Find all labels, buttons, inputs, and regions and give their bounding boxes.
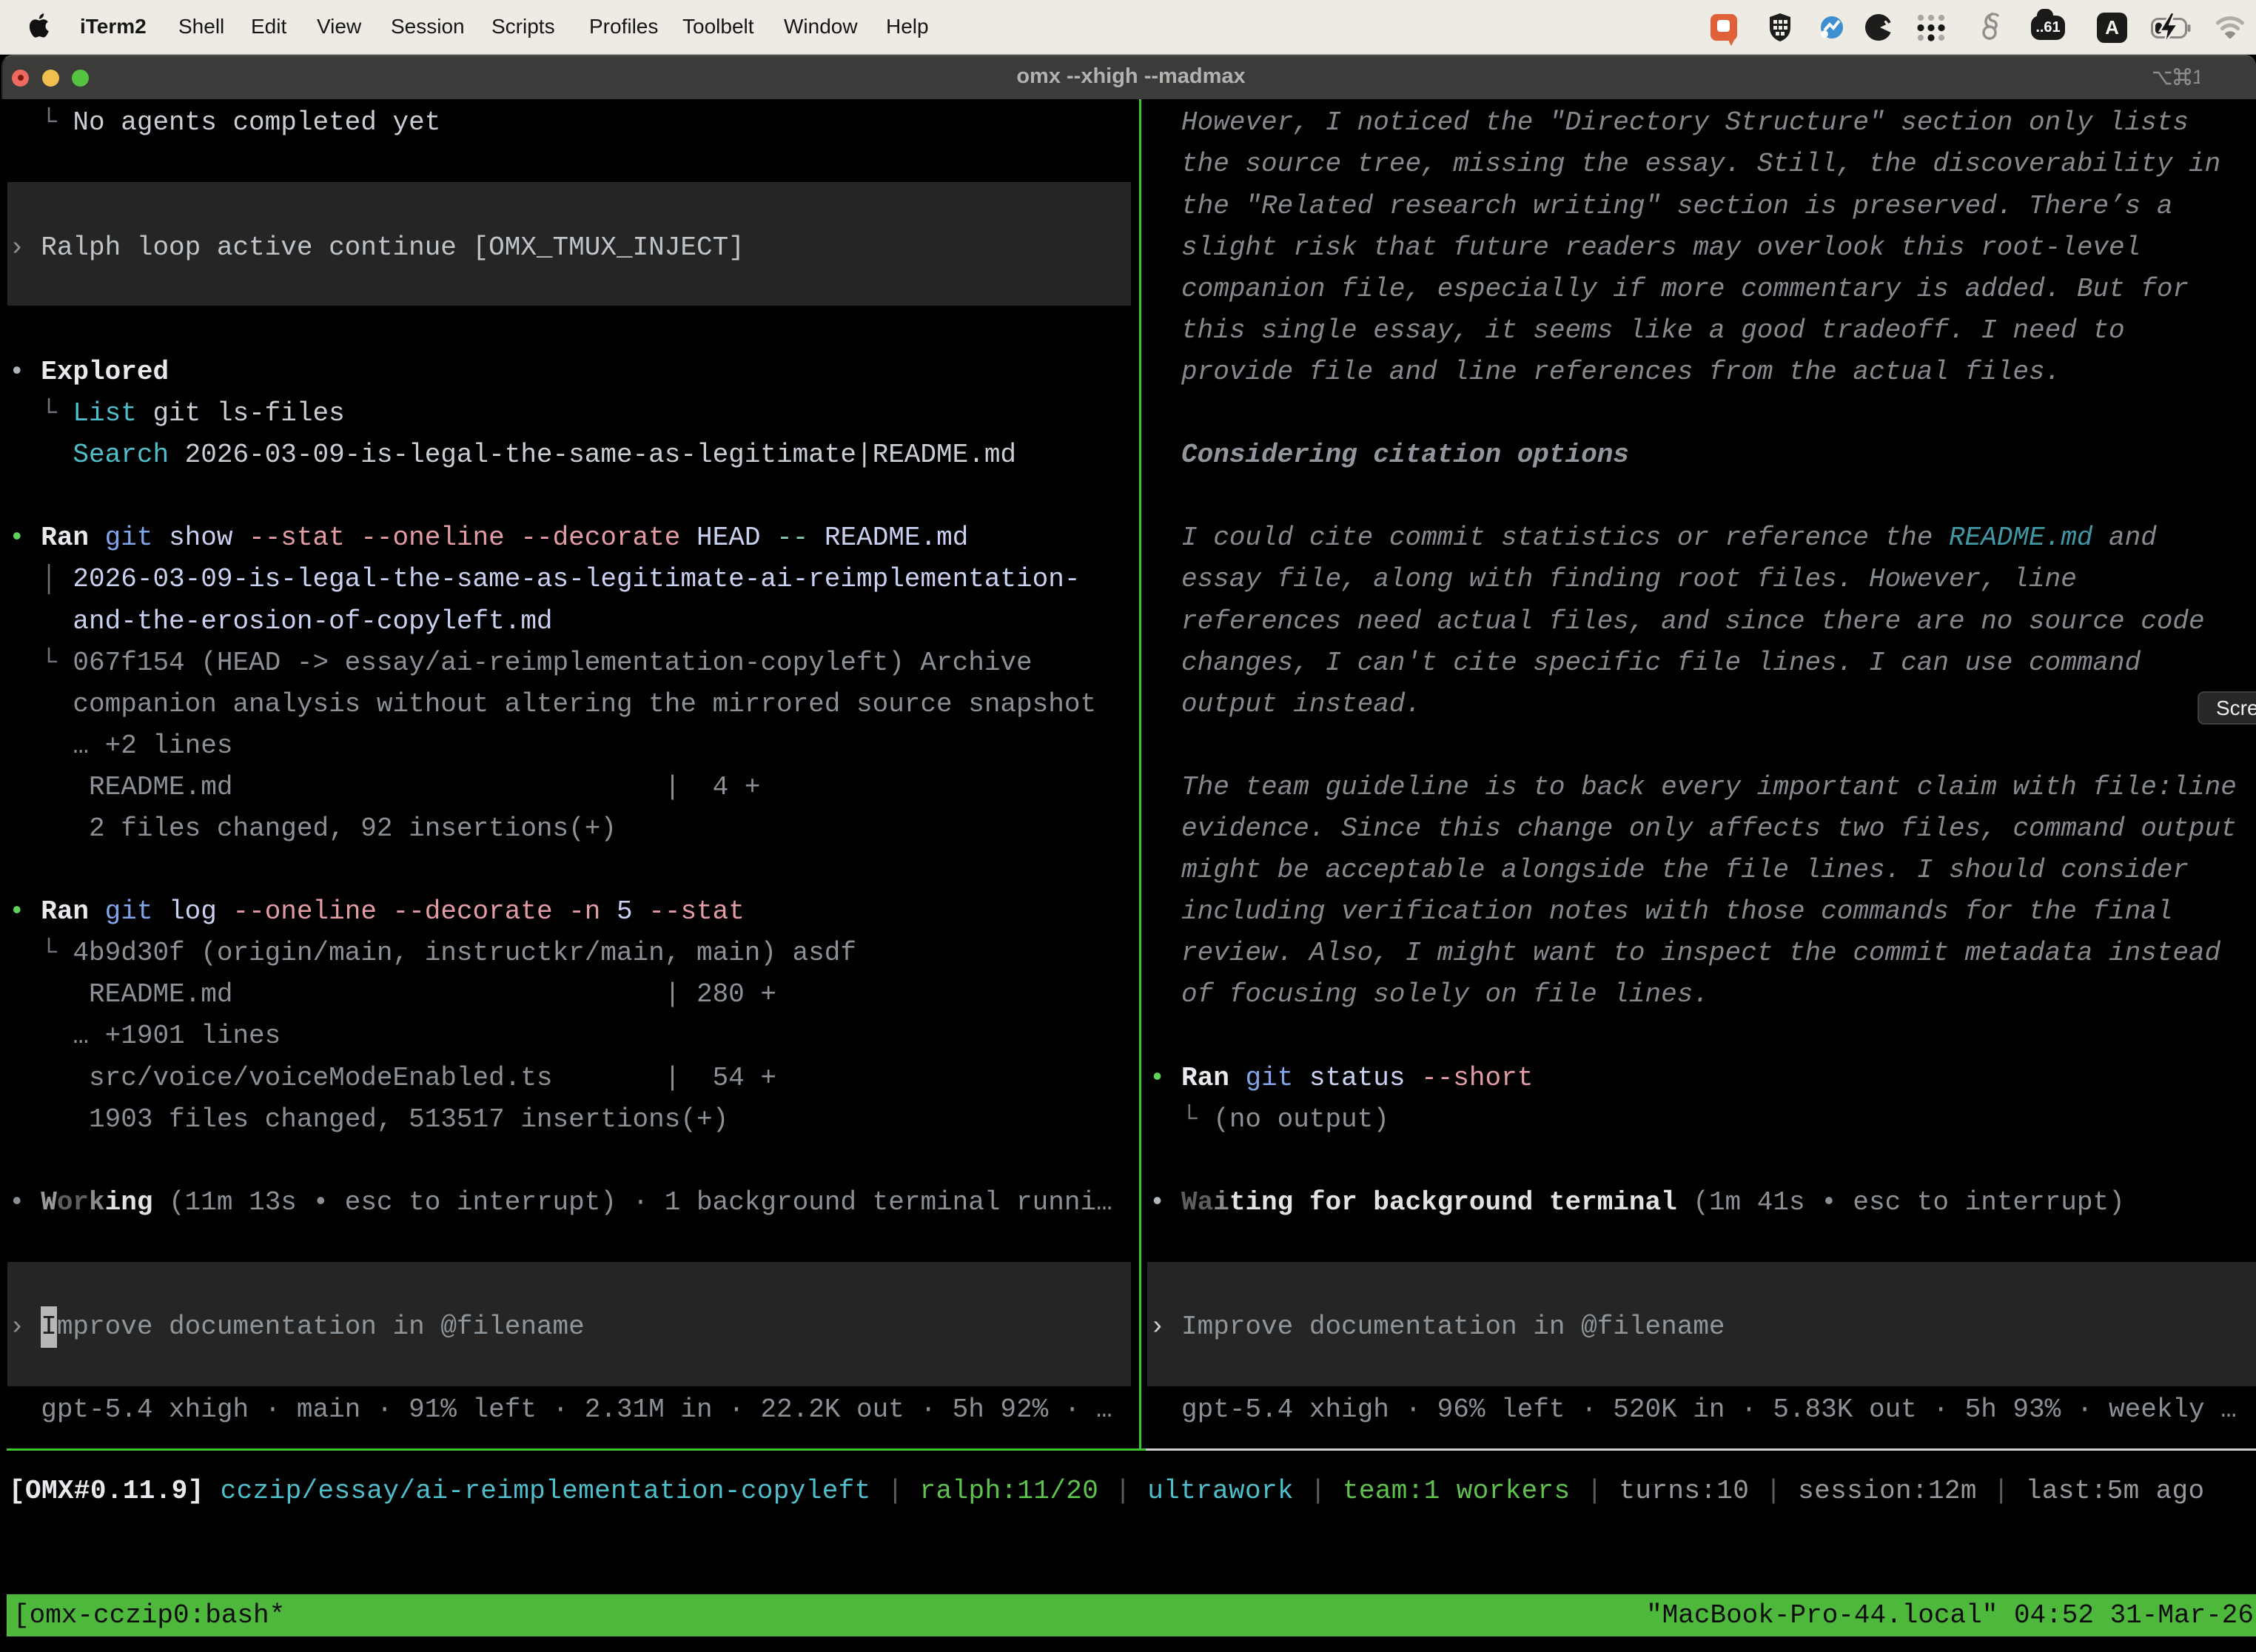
svg-text:1: 1 [2192, 66, 2200, 88]
